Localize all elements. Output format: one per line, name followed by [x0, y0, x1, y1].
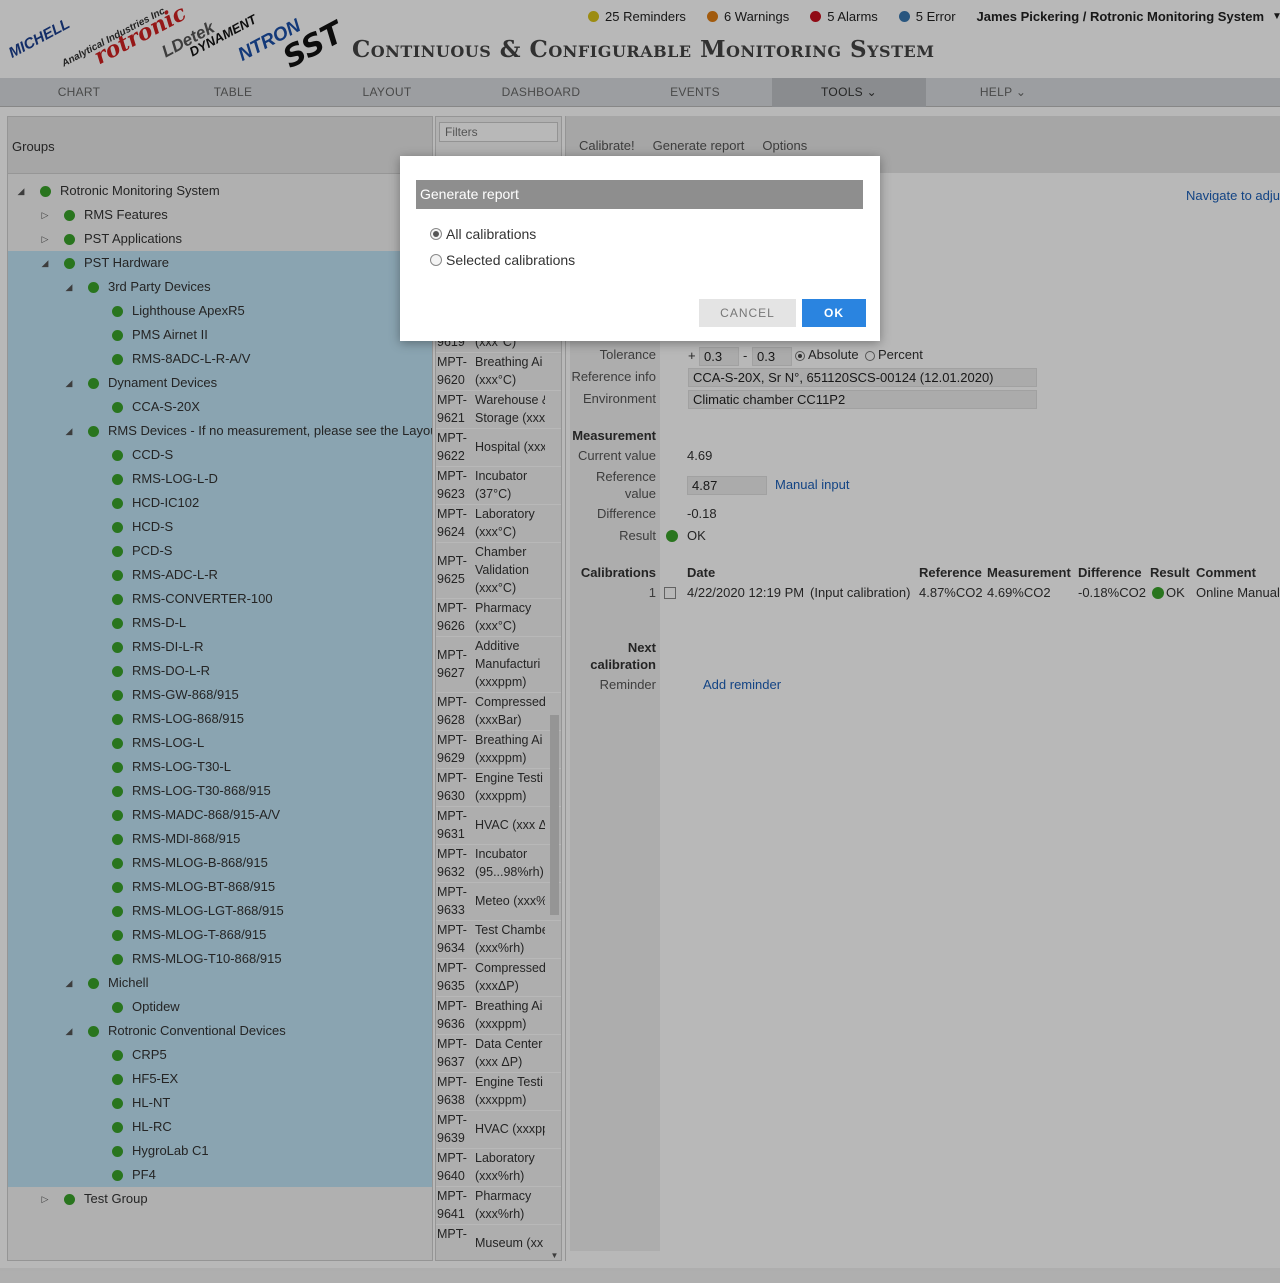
- ok-button[interactable]: OK: [802, 299, 866, 327]
- all-calibrations-radio[interactable]: [430, 228, 442, 240]
- option-all-calibrations[interactable]: All calibrations: [430, 226, 536, 242]
- all-calibrations-label: All calibrations: [446, 226, 537, 242]
- generate-report-dialog: Generate report All calibrations Selecte…: [400, 156, 880, 341]
- dialog-title: Generate report: [416, 180, 863, 209]
- selected-calibrations-radio[interactable]: [430, 254, 442, 266]
- option-selected-calibrations[interactable]: Selected calibrations: [430, 252, 575, 268]
- cancel-button[interactable]: CANCEL: [699, 299, 796, 327]
- selected-calibrations-label: Selected calibrations: [446, 252, 576, 268]
